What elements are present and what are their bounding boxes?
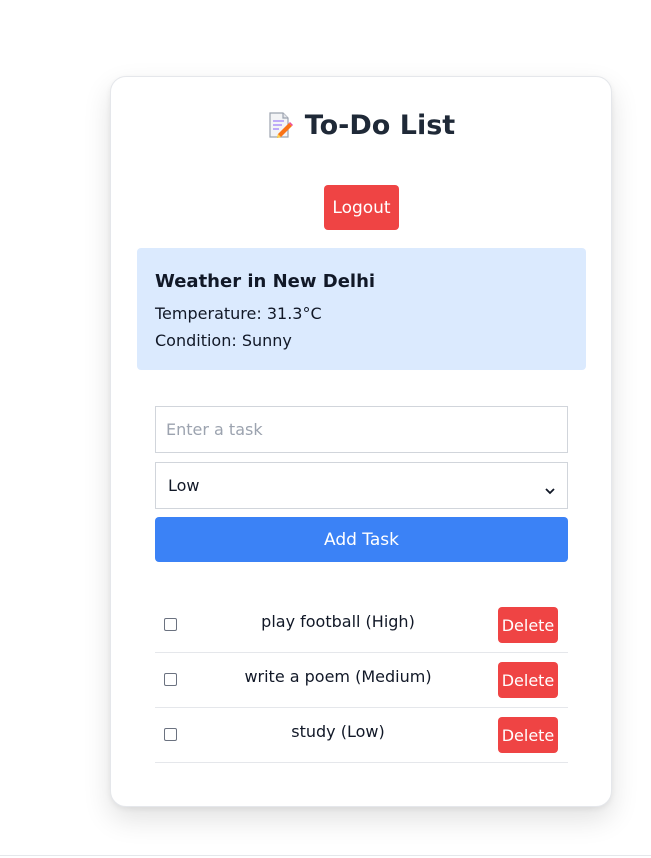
task-list: play football (High) Delete write a poem… xyxy=(155,598,568,763)
chevron-down-icon xyxy=(545,481,555,494)
task-label: study (Low) xyxy=(291,722,385,741)
task-label: play football (High) xyxy=(261,612,415,631)
todo-card: To-Do List Logout Weather in New Delhi T… xyxy=(110,76,612,807)
page-title: To-Do List xyxy=(304,109,456,141)
task-checkbox[interactable] xyxy=(164,673,177,686)
priority-selected-value: Low xyxy=(168,476,200,495)
task-label: write a poem (Medium) xyxy=(244,667,432,686)
weather-condition: Condition: Sunny xyxy=(155,331,292,350)
task-checkbox[interactable] xyxy=(164,728,177,741)
task-row: play football (High) Delete xyxy=(155,598,568,653)
delete-task-button[interactable]: Delete xyxy=(498,607,558,643)
task-row: write a poem (Medium) Delete xyxy=(155,653,568,708)
page-title-row: To-Do List xyxy=(111,107,611,143)
weather-panel: Weather in New Delhi Temperature: 31.3°C… xyxy=(137,248,586,370)
logout-button[interactable]: Logout xyxy=(324,185,399,230)
priority-select[interactable]: Low xyxy=(155,462,568,509)
page: To-Do List Logout Weather in New Delhi T… xyxy=(0,0,651,858)
task-row: study (Low) Delete xyxy=(155,708,568,763)
task-checkbox[interactable] xyxy=(164,618,177,631)
delete-task-button[interactable]: Delete xyxy=(498,662,558,698)
delete-task-button[interactable]: Delete xyxy=(498,717,558,753)
memo-icon xyxy=(267,111,293,139)
bottom-divider xyxy=(0,855,651,856)
task-input[interactable] xyxy=(155,406,568,453)
weather-temperature: Temperature: 31.3°C xyxy=(155,304,322,323)
weather-heading: Weather in New Delhi xyxy=(155,271,376,292)
add-task-button[interactable]: Add Task xyxy=(155,517,568,562)
